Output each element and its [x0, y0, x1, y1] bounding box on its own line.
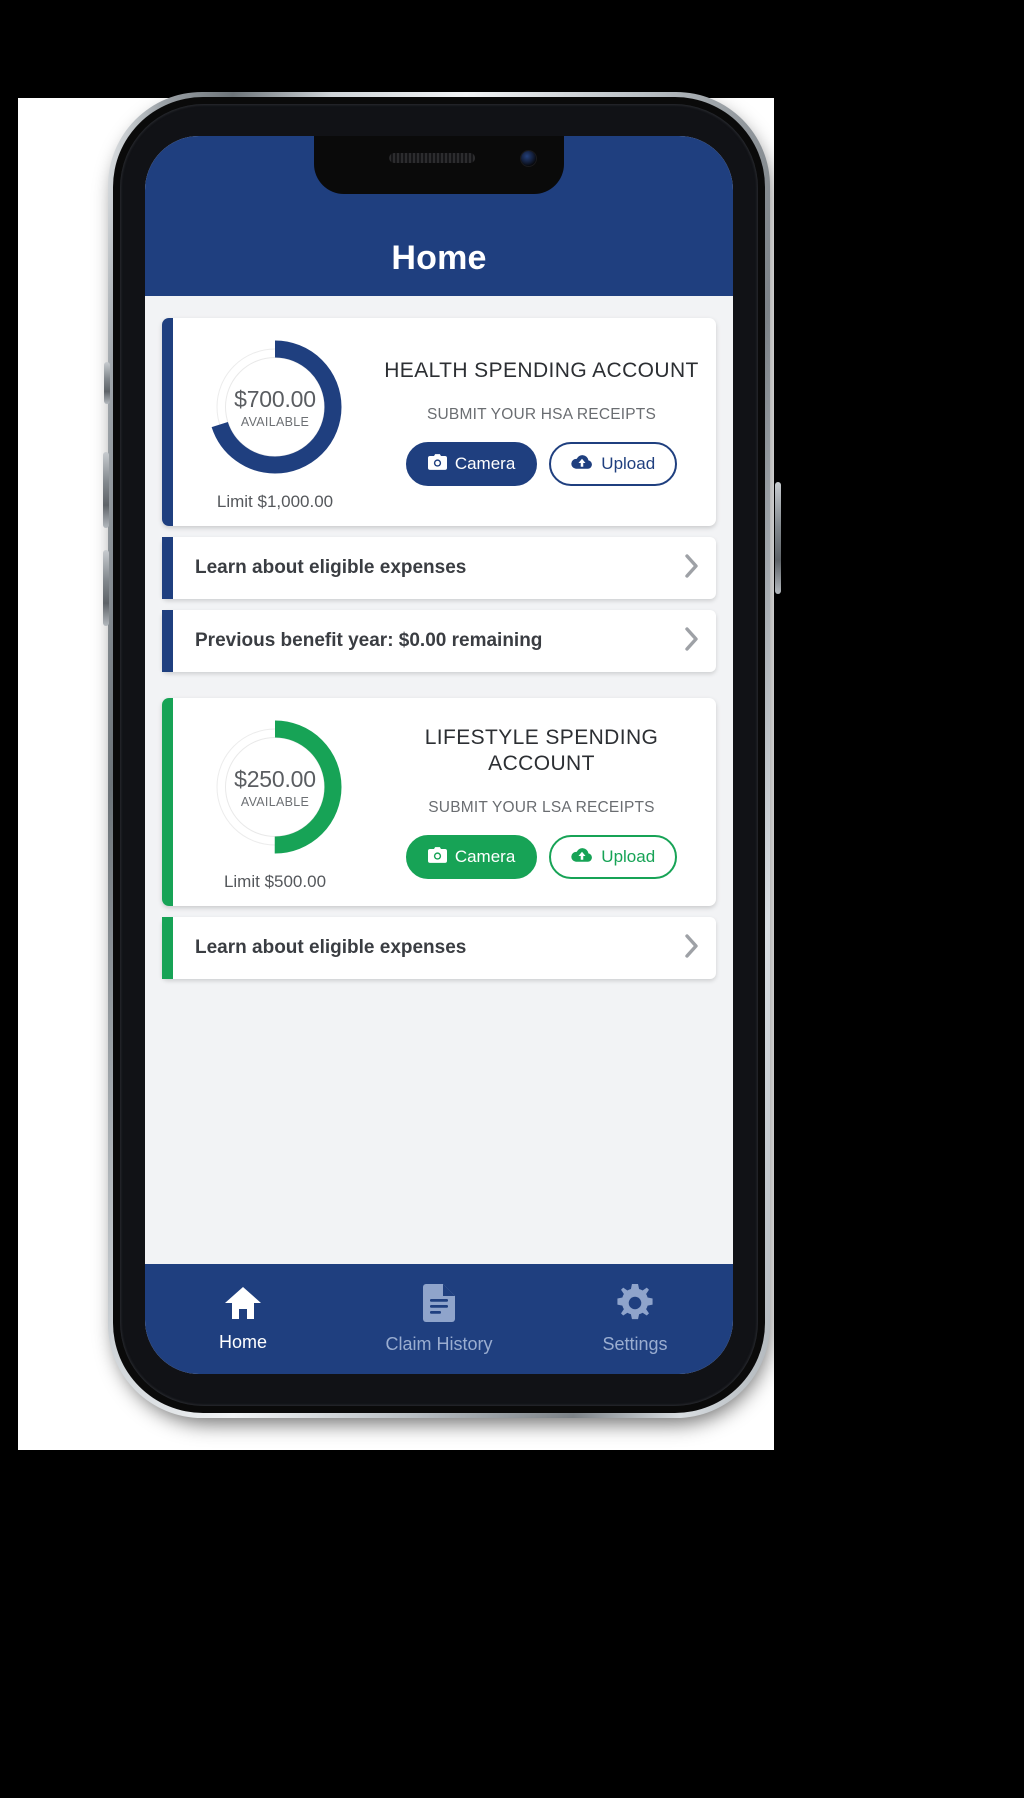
accent-stripe	[162, 537, 173, 599]
account-card-hsa: $700.00 AVAILABLE Limit $1,000.00 HEALTH…	[162, 318, 716, 526]
receipt-actions: Camera Upload	[405, 442, 678, 487]
camera-button[interactable]: Camera	[405, 835, 538, 880]
document-icon	[423, 1283, 455, 1327]
link-row-learn-expenses-hsa[interactable]: Learn about eligible expenses	[162, 537, 716, 599]
chevron-right-icon	[684, 933, 700, 964]
upload-button-label: Upload	[601, 847, 656, 867]
link-label: Learn about eligible expenses	[195, 557, 467, 578]
upload-button-label: Upload	[601, 454, 656, 474]
mute-switch[interactable]	[104, 362, 110, 404]
earpiece-speaker	[389, 153, 476, 163]
receipt-actions: Camera Upload	[405, 835, 678, 880]
cloud-upload-icon	[571, 847, 593, 868]
account-title: LIFESTYLE SPENDING ACCOUNT	[424, 725, 659, 775]
upload-button[interactable]: Upload	[549, 835, 678, 880]
phone-device: Home $700.00 AVAILABLE Limit $1,000.00 H…	[103, 92, 781, 1428]
bottom-tab-bar: Home Claim History Settings	[145, 1264, 733, 1374]
tab-settings-label: Settings	[602, 1333, 668, 1354]
submit-prompt: SUBMIT YOUR HSA RECEIPTS	[426, 406, 657, 424]
device-notch	[314, 136, 564, 194]
limit-text: Limit $500.00	[223, 872, 327, 891]
chevron-right-icon	[684, 626, 700, 657]
power-button[interactable]	[775, 482, 781, 594]
account-title: HEALTH SPENDING ACCOUNT	[384, 358, 699, 382]
account-details-lsa: LIFESTYLE SPENDING ACCOUNT SUBMIT YOUR L…	[377, 725, 706, 880]
account-card-lsa: $250.00 AVAILABLE Limit $500.00 LIFESTYL…	[162, 698, 716, 906]
volume-up-button[interactable]	[103, 452, 109, 528]
camera-icon	[427, 846, 447, 868]
donut-chart: $250.00 AVAILABLE	[200, 712, 350, 862]
account-details-hsa: HEALTH SPENDING ACCOUNT SUBMIT YOUR HSA …	[377, 358, 706, 487]
main-content: $700.00 AVAILABLE Limit $1,000.00 HEALTH…	[145, 296, 733, 1264]
accent-stripe	[162, 698, 173, 906]
cloud-upload-icon	[571, 454, 593, 475]
chevron-right-icon	[684, 553, 700, 584]
link-row-previous-year-hsa[interactable]: Previous benefit year: $0.00 remaining	[162, 610, 716, 672]
submit-prompt: SUBMIT YOUR LSA RECEIPTS	[428, 799, 655, 817]
tab-claim-history-label: Claim History	[385, 1333, 493, 1354]
front-camera-icon	[521, 151, 536, 166]
tab-home[interactable]: Home	[145, 1264, 341, 1374]
link-label: Learn about eligible expenses	[195, 937, 467, 958]
link-row-learn-expenses-lsa[interactable]: Learn about eligible expenses	[162, 917, 716, 979]
balance-donut-hsa: $700.00 AVAILABLE Limit $1,000.00	[162, 332, 377, 512]
home-icon	[224, 1286, 262, 1325]
tab-claim-history[interactable]: Claim History	[341, 1264, 537, 1374]
gear-icon	[616, 1283, 654, 1327]
tab-home-label: Home	[218, 1331, 267, 1352]
camera-button-label: Camera	[454, 847, 516, 867]
accent-stripe	[162, 917, 173, 979]
account-group-hsa: $700.00 AVAILABLE Limit $1,000.00 HEALTH…	[162, 318, 716, 672]
link-label: Previous benefit year: $0.00 remaining	[195, 630, 543, 651]
balance-donut-lsa: $250.00 AVAILABLE Limit $500.00	[162, 712, 377, 892]
camera-icon	[427, 453, 447, 475]
app-root: Home $700.00 AVAILABLE Limit $1,000.00 H…	[145, 136, 733, 1374]
camera-button-label: Camera	[454, 454, 516, 474]
accent-stripe	[162, 610, 173, 672]
tab-settings[interactable]: Settings	[537, 1264, 733, 1374]
account-group-lsa: $250.00 AVAILABLE Limit $500.00 LIFESTYL…	[162, 698, 716, 979]
upload-button[interactable]: Upload	[549, 442, 678, 487]
donut-chart: $700.00 AVAILABLE	[200, 332, 350, 482]
page-title: Home	[391, 239, 487, 277]
camera-button[interactable]: Camera	[405, 442, 538, 487]
accent-stripe	[162, 318, 173, 526]
volume-down-button[interactable]	[103, 550, 109, 626]
limit-text: Limit $1,000.00	[216, 492, 334, 511]
phone-screen: Home $700.00 AVAILABLE Limit $1,000.00 H…	[145, 136, 733, 1374]
